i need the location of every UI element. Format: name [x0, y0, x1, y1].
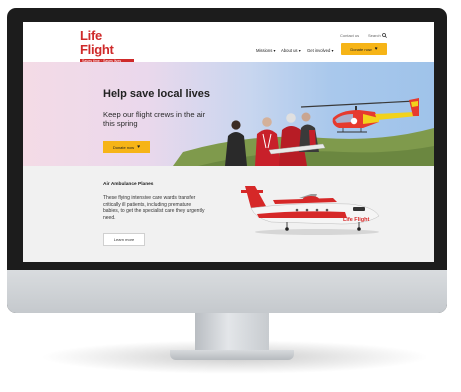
section-body: These flying intensive care wards transf… [103, 195, 205, 221]
nav-missions[interactable]: Missions ▾ [256, 48, 276, 53]
contact-link[interactable]: Contact us [340, 33, 359, 38]
nav-missions-label: Missions [256, 48, 273, 53]
nav-about-us[interactable]: About us ▾ [281, 48, 301, 53]
hero-subtitle: Keep our flight crews in the air this sp… [103, 110, 206, 128]
hero-donate-label: Donate now [112, 144, 135, 150]
learn-more-button[interactable]: Learn more [103, 233, 145, 246]
header-donate-label: Donate now [350, 46, 372, 52]
chevron-down-icon: ▾ [273, 48, 276, 53]
site-header: Life Flight Saves time · Saves lives Con… [23, 22, 434, 64]
hero-title: Help save local lives [103, 88, 211, 100]
heart-icon: ♥ [374, 46, 378, 52]
hero-photo [173, 98, 434, 166]
chevron-down-icon: ▾ [298, 48, 301, 53]
heart-icon: ♥ [137, 144, 141, 150]
nav-get-involved-label: Get involved [307, 48, 331, 53]
search-icon [381, 33, 387, 39]
air-ambulance-plane: Life Flight [241, 186, 380, 235]
monitor-screen: Life Flight Saves time · Saves lives Con… [23, 22, 434, 262]
monitor-chin [7, 270, 447, 313]
air-ambulance-section: Air Ambulance Planes These flying intens… [23, 166, 434, 262]
header-donate-button[interactable]: Donate now ♥ [341, 43, 387, 55]
section-title: Air Ambulance Planes [103, 182, 154, 187]
life-flight-logo[interactable]: Life Flight Saves time · Saves lives [80, 29, 136, 64]
nav-about-us-label: About us [281, 48, 298, 53]
nav-get-involved[interactable]: Get involved ▾ [307, 48, 334, 53]
search-link[interactable]: Search [368, 33, 387, 39]
logo-title: Life Flight [80, 28, 114, 57]
hero-donate-button[interactable]: Donate now ♥ [103, 141, 150, 153]
search-label: Search [368, 33, 381, 38]
plane-livery-text: Life Flight [343, 217, 369, 223]
monitor-stand-foot [170, 350, 294, 360]
chevron-down-icon: ▾ [331, 48, 334, 53]
monitor-stand-neck [195, 313, 269, 355]
hero-banner: Help save local lives Keep our flight cr… [23, 62, 434, 166]
rescue-helicopter [300, 98, 419, 133]
